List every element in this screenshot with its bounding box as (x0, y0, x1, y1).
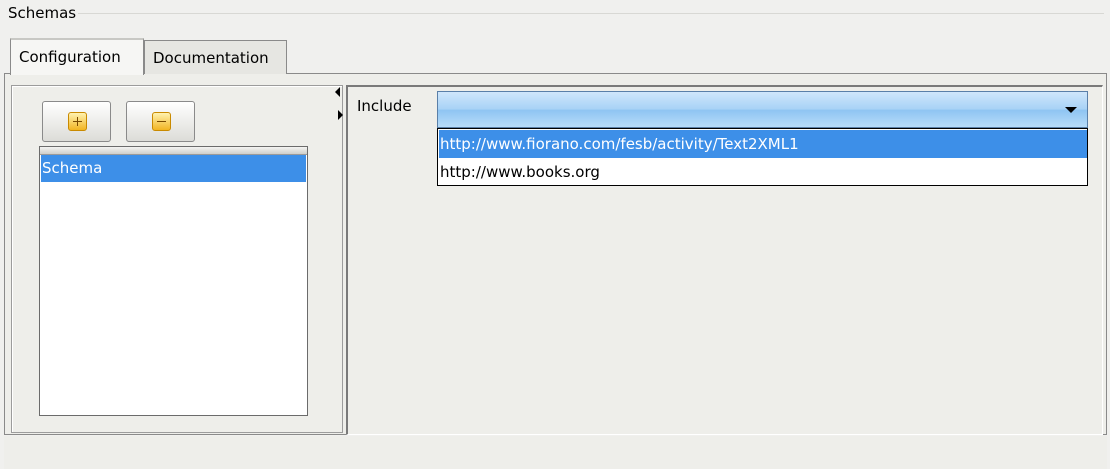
include-dropdown-list[interactable]: http://www.fiorano.com/fesb/activity/Tex… (437, 128, 1088, 186)
collapse-left-icon[interactable] (335, 87, 340, 97)
remove-schema-button[interactable] (126, 101, 195, 142)
list-item-schema[interactable]: Schema (41, 155, 306, 182)
minus-icon (152, 112, 171, 131)
include-combobox[interactable] (437, 91, 1088, 128)
include-label: Include (357, 97, 412, 115)
add-schema-button[interactable] (42, 101, 111, 142)
tab-documentation[interactable]: Documentation (144, 40, 287, 74)
tab-configuration[interactable]: Configuration (10, 38, 144, 75)
plus-icon (68, 112, 87, 131)
list-header (40, 147, 307, 155)
dropdown-option[interactable]: http://www.fiorano.com/fesb/activity/Tex… (439, 130, 1087, 158)
group-box-line (58, 13, 1104, 14)
dropdown-option[interactable]: http://www.books.org (439, 158, 1087, 186)
splitter-handle[interactable] (335, 85, 345, 433)
chevron-down-icon[interactable] (1065, 107, 1077, 113)
schema-list[interactable]: Schema (39, 146, 308, 416)
bottom-strip (4, 436, 1107, 469)
expand-right-icon[interactable] (338, 110, 343, 120)
group-title: Schemas (8, 4, 79, 22)
